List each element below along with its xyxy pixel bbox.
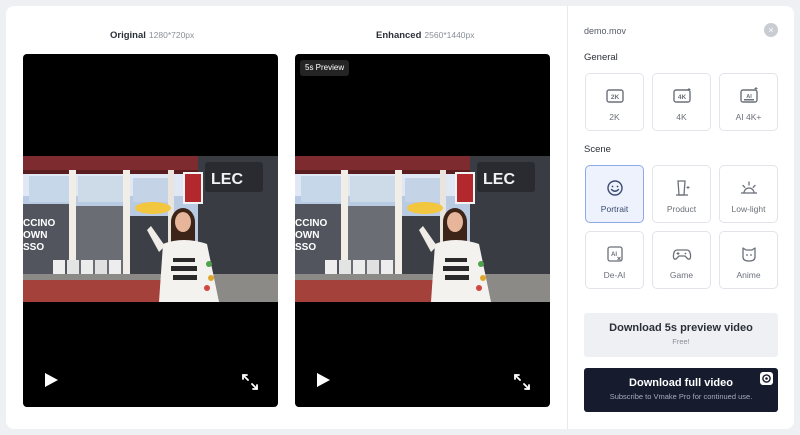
- option-2k-label: 2K: [609, 112, 620, 122]
- sunrise-icon: [739, 178, 759, 198]
- smiley-icon: [605, 178, 625, 198]
- enhanced-video-frame: [295, 156, 550, 302]
- option-portrait[interactable]: Portrait: [585, 165, 644, 223]
- download-preview-sub: Free!: [672, 337, 690, 346]
- option-ai-4k[interactable]: AI AI 4K+: [719, 73, 778, 131]
- option-4k-label: 4K: [676, 112, 687, 122]
- fullscreen-icon[interactable]: [242, 374, 258, 390]
- download-full-label: Download full video: [629, 377, 733, 389]
- de-ai-icon: AI: [605, 244, 625, 264]
- settings-panel: demo.mov × General 2K 2K 4K 4K AI AI 4K+…: [567, 6, 794, 429]
- enhanced-title: Enhanced: [376, 30, 422, 41]
- enhanced-resolution: 2560*1440px: [424, 30, 475, 40]
- gamepad-icon: [672, 244, 692, 264]
- option-de-ai[interactable]: AI De-AI: [585, 231, 644, 289]
- option-product-label: Product: [666, 204, 697, 214]
- option-low-light-label: Low-light: [731, 204, 766, 214]
- option-portrait-label: Portrait: [600, 204, 629, 214]
- option-4k[interactable]: 4K 4K: [652, 73, 711, 131]
- pro-icon: [760, 372, 773, 385]
- svg-text:2K: 2K: [610, 94, 619, 101]
- ai-4k-icon: AI: [739, 86, 759, 106]
- original-label: Original 1280*720px: [110, 30, 194, 41]
- anime-icon: [739, 244, 759, 264]
- option-2k[interactable]: 2K 2K: [585, 73, 644, 131]
- scene-section-title: Scene: [584, 144, 611, 155]
- original-video-player[interactable]: [23, 54, 278, 407]
- play-icon[interactable]: [315, 372, 331, 388]
- option-de-ai-label: De-AI: [603, 270, 626, 280]
- fullscreen-icon[interactable]: [514, 374, 530, 390]
- download-full-button[interactable]: Download full video Subscribe to Vmake P…: [584, 368, 778, 412]
- option-ai-4k-label: AI 4K+: [735, 112, 762, 122]
- enhanced-video-player[interactable]: 5s Preview: [295, 54, 550, 407]
- 2k-icon: 2K: [605, 86, 625, 106]
- play-icon[interactable]: [43, 372, 59, 388]
- svg-text:AI: AI: [611, 252, 617, 258]
- option-product[interactable]: Product: [652, 165, 711, 223]
- svg-text:4K: 4K: [677, 94, 686, 101]
- download-preview-label: Download 5s preview video: [609, 322, 753, 334]
- file-name: demo.mov: [584, 26, 627, 36]
- original-video-frame: [23, 156, 278, 302]
- 4k-icon: 4K: [672, 86, 692, 106]
- app-window: Original 1280*720px Enhanced 2560*1440px 5…: [6, 6, 794, 429]
- preview-badge: 5s Preview: [300, 60, 350, 76]
- option-game[interactable]: Game: [652, 231, 711, 289]
- enhanced-label: Enhanced 2560*1440px: [376, 30, 475, 41]
- preview-area: Original 1280*720px Enhanced 2560*1440px 5…: [6, 6, 567, 429]
- option-low-light[interactable]: Low-light: [719, 165, 778, 223]
- option-anime[interactable]: Anime: [719, 231, 778, 289]
- option-anime-label: Anime: [736, 270, 761, 280]
- product-icon: [672, 178, 692, 198]
- download-preview-button[interactable]: Download 5s preview video Free!: [584, 313, 778, 357]
- option-game-label: Game: [669, 270, 694, 280]
- original-resolution: 1280*720px: [148, 30, 195, 40]
- download-full-sub: Subscribe to Vmake Pro for continued use…: [609, 392, 753, 401]
- general-section-title: General: [584, 52, 618, 63]
- original-title: Original: [110, 30, 146, 41]
- close-icon[interactable]: ×: [764, 23, 778, 37]
